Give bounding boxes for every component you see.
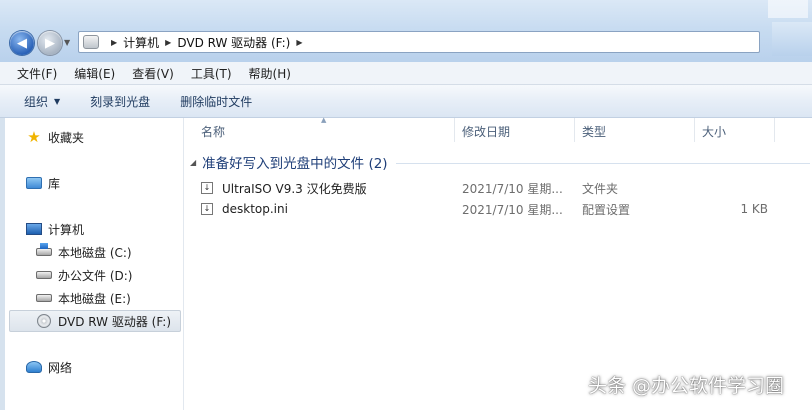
group-title: 准备好写入到光盘中的文件 (2) — [202, 156, 388, 172]
menu-tools[interactable]: 工具(T) — [175, 65, 239, 82]
system-drive-icon — [36, 243, 52, 259]
sort-ascending-icon: ▲ — [321, 116, 327, 124]
command-bar: 组织 ▼ 刻录到光盘 删除临时文件 — [0, 85, 812, 118]
watermark: 头条 @办公软件学习圈 — [588, 375, 785, 397]
group-divider — [395, 162, 810, 164]
sidebar-item-favorites[interactable]: ★ 收藏夹 — [26, 127, 84, 147]
column-header-name[interactable]: 名称 — [201, 123, 225, 140]
pending-burn-icon: ↓ — [201, 182, 213, 194]
column-divider[interactable] — [574, 118, 575, 142]
organize-button[interactable]: 组织 ▼ — [24, 93, 60, 110]
dvd-drive-icon — [36, 314, 52, 328]
sidebar-item-drive-e[interactable]: 本地磁盘 (E:) — [36, 288, 131, 308]
arrow-right-icon: ▶ — [45, 35, 55, 51]
file-type: 文件夹 — [582, 181, 619, 196]
column-header-row: ▲ 名称 修改日期 类型 大小 — [184, 116, 812, 142]
sidebar-label: 本地磁盘 (E:) — [58, 291, 131, 306]
column-divider[interactable] — [694, 118, 695, 142]
breadcrumb-computer[interactable]: 计算机 — [123, 34, 159, 51]
chevron-right-icon[interactable]: ▶ — [165, 38, 171, 47]
title-bar: ◀ ▶ ▼ ▶ 计算机 ▶ DVD RW 驱动器 (F:) ▶ — [0, 0, 812, 62]
sidebar-item-libraries[interactable]: 库 — [26, 173, 60, 193]
file-row-ultraiso[interactable]: ↓ UltraISO V9.3 汉化免费版 2021/7/10 星期... 文件… — [198, 178, 798, 198]
sidebar-item-drive-f[interactable]: DVD RW 驱动器 (F:) — [36, 311, 171, 331]
column-divider[interactable] — [774, 118, 775, 142]
file-group-header[interactable]: ◢ 准备好写入到光盘中的文件 (2) — [190, 152, 810, 172]
network-icon — [26, 360, 42, 374]
breadcrumb-dvd-drive[interactable]: DVD RW 驱动器 (F:) — [177, 34, 290, 51]
sidebar-label: DVD RW 驱动器 (F:) — [58, 314, 172, 329]
menu-help[interactable]: 帮助(H) — [233, 65, 298, 82]
delete-temp-files-button[interactable]: 删除临时文件 — [180, 93, 252, 110]
sidebar-item-drive-c[interactable]: 本地磁盘 (C:) — [36, 242, 132, 262]
menu-bar: 文件(F) 编辑(E) 查看(V) 工具(T) 帮助(H) — [0, 62, 812, 85]
organize-label: 组织 — [24, 94, 49, 109]
file-row-desktop-ini[interactable]: ↓ desktop.ini 2021/7/10 星期... 配置设置 1 KB — [198, 199, 798, 219]
sidebar-label: 计算机 — [48, 222, 85, 237]
sidebar-item-drive-d[interactable]: 办公文件 (D:) — [36, 265, 132, 285]
sidebar-label: 本地磁盘 (C:) — [58, 245, 132, 260]
chevron-right-icon[interactable]: ▶ — [296, 38, 302, 47]
column-header-date[interactable]: 修改日期 — [462, 123, 510, 140]
history-dropdown-icon[interactable]: ▼ — [64, 38, 70, 47]
library-icon — [26, 176, 42, 190]
sidebar-item-network[interactable]: 网络 — [26, 357, 72, 377]
collapse-triangle-icon[interactable]: ◢ — [190, 158, 196, 167]
back-button[interactable]: ◀ — [10, 31, 34, 55]
menu-edit[interactable]: 编辑(E) — [58, 65, 122, 82]
file-size: 1 KB — [740, 202, 768, 216]
pending-burn-icon: ↓ — [201, 203, 213, 215]
arrow-left-icon: ◀ — [17, 35, 27, 51]
address-bar[interactable]: ▶ 计算机 ▶ DVD RW 驱动器 (F:) ▶ — [78, 31, 760, 53]
computer-icon — [26, 222, 42, 236]
column-header-type[interactable]: 类型 — [582, 123, 606, 140]
sidebar-label: 办公文件 (D:) — [58, 268, 133, 283]
burn-to-disc-button[interactable]: 刻录到光盘 — [90, 93, 150, 110]
drive-icon — [36, 268, 52, 282]
chevron-down-icon: ▼ — [54, 96, 61, 106]
column-header-size[interactable]: 大小 — [702, 123, 726, 140]
pane-edge — [0, 118, 5, 410]
chevron-right-icon[interactable]: ▶ — [111, 38, 117, 47]
menu-file[interactable]: 文件(F) — [0, 65, 64, 82]
sidebar-item-computer[interactable]: 计算机 — [26, 219, 84, 239]
sidebar-label: 收藏夹 — [48, 130, 85, 145]
file-name: UltraISO V9.3 汉化免费版 — [222, 181, 367, 196]
window-edge — [772, 22, 812, 56]
file-type: 配置设置 — [582, 202, 631, 217]
forward-button[interactable]: ▶ — [38, 31, 62, 55]
drive-icon — [83, 35, 99, 49]
drive-icon — [36, 291, 52, 305]
menu-view[interactable]: 查看(V) — [116, 65, 181, 82]
window-close-button[interactable] — [768, 0, 808, 18]
file-name: desktop.ini — [222, 202, 288, 216]
file-date: 2021/7/10 星期... — [462, 181, 563, 196]
sidebar-label: 网络 — [48, 360, 73, 375]
column-divider[interactable] — [454, 118, 455, 142]
sidebar-label: 库 — [48, 176, 61, 191]
star-icon: ★ — [27, 128, 41, 146]
file-date: 2021/7/10 星期... — [462, 202, 563, 217]
